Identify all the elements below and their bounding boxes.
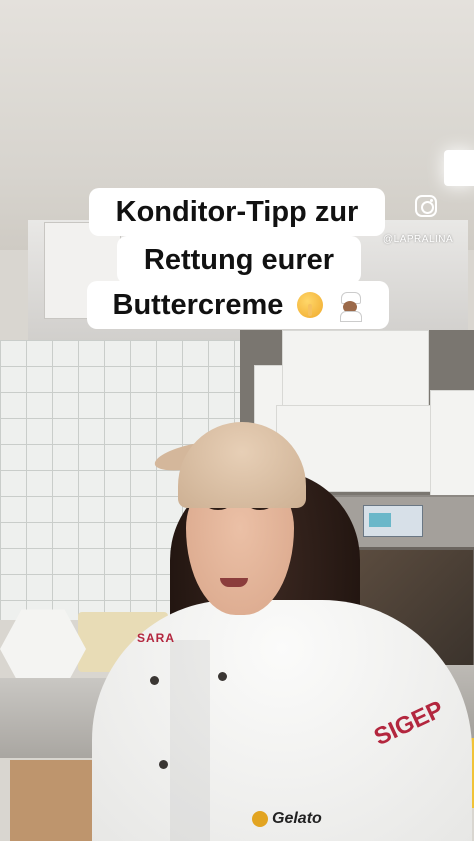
video-frame: SARA SIGEP Gelato <box>0 0 474 841</box>
chef-emoji-icon <box>337 292 363 322</box>
shushing-face-emoji-icon <box>297 292 324 318</box>
caption-line-1: Konditor-Tipp zur <box>89 188 385 236</box>
jacket-button <box>150 676 159 685</box>
caption-line-2: Rettung eurer <box>117 236 361 284</box>
jacket-button <box>159 760 168 769</box>
storage-box <box>282 330 429 412</box>
caption-text-3: Buttercreme <box>112 289 284 321</box>
storage-box <box>430 390 474 497</box>
caption-line-3: Buttercreme <box>87 281 389 329</box>
wooden-crate <box>10 760 100 841</box>
ceiling-light <box>444 150 474 186</box>
jacket-button <box>218 672 227 681</box>
instagram-icon[interactable] <box>415 195 437 217</box>
logo-mark-icon <box>252 810 268 827</box>
gelato-label: Gelato <box>272 810 322 827</box>
jacket-logo-gelato: Gelato <box>252 810 332 834</box>
oven-screen <box>369 513 391 527</box>
jacket-logo-sara: SARA <box>136 631 175 645</box>
caption-text-2: Rettung eurer <box>143 244 335 276</box>
jacket-fold <box>170 640 210 841</box>
instagram-handle[interactable]: @LAPRALINA <box>383 234 471 245</box>
caption-text-1: Konditor-Tipp zur <box>115 196 359 228</box>
video-caption: Konditor-Tipp zur Rettung eurer Buttercr… <box>87 188 389 329</box>
oven-control-panel <box>363 505 423 537</box>
